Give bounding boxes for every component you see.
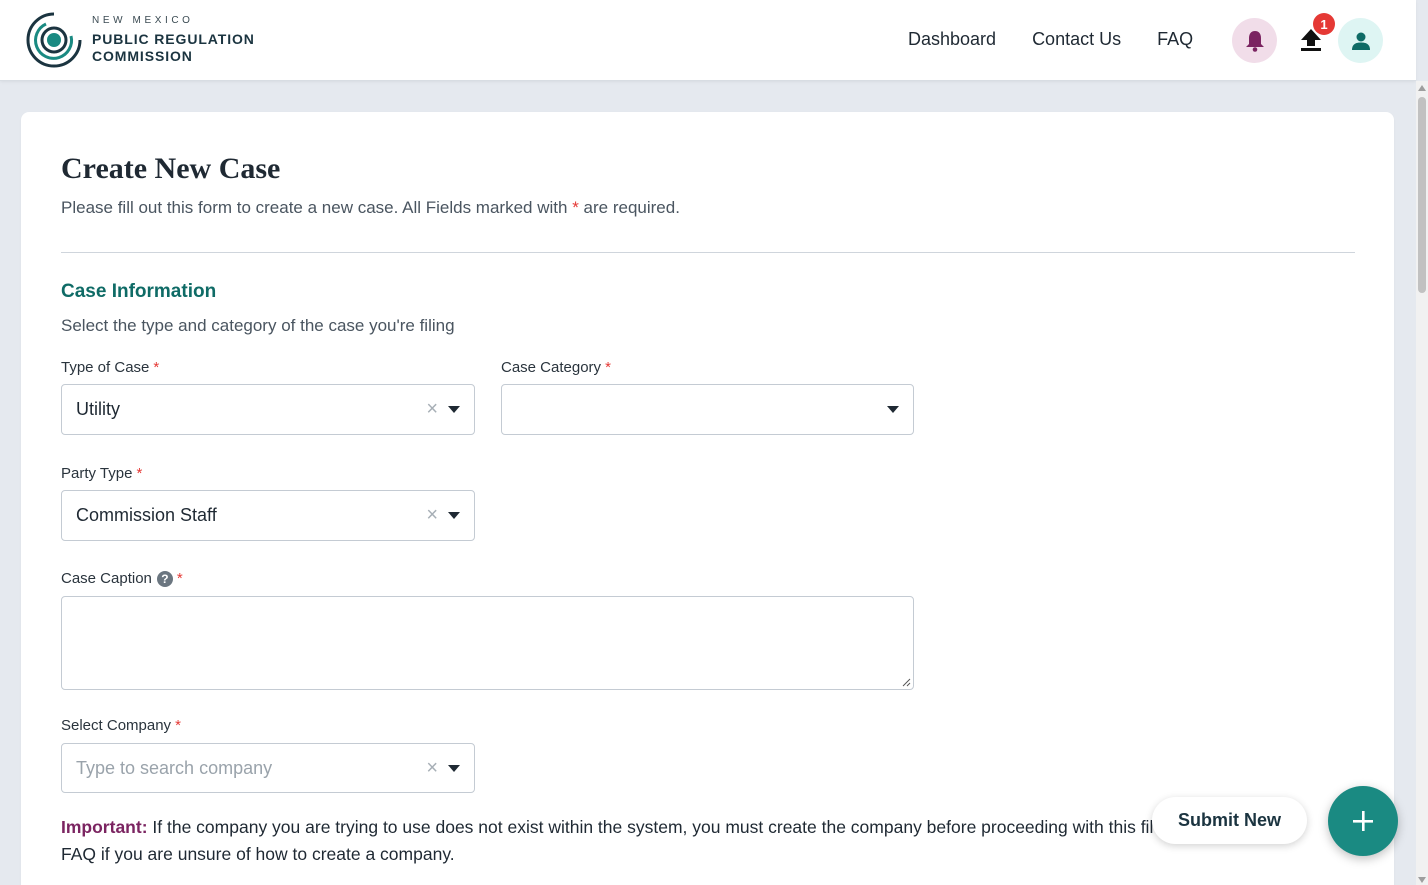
logo-emblem-icon	[26, 12, 82, 68]
select-company-label: Select Company *	[61, 717, 181, 734]
section-divider	[61, 252, 1355, 253]
scroll-down-arrow[interactable]	[1418, 877, 1426, 883]
party-type-select[interactable]: Commission Staff ×	[61, 490, 475, 541]
case-category-label-text: Case Category	[501, 359, 602, 376]
required-asterisk: *	[136, 465, 143, 482]
page-subtitle: Please fill out this form to create a ne…	[61, 198, 680, 218]
subtitle-text-end: are required.	[583, 198, 680, 217]
page-scrollbar[interactable]	[1416, 81, 1428, 885]
party-type-label: Party Type *	[61, 465, 142, 482]
chevron-down-icon[interactable]	[448, 765, 460, 772]
chevron-down-icon[interactable]	[448, 406, 460, 413]
user-icon	[1351, 32, 1370, 50]
required-asterisk: *	[572, 198, 579, 217]
nav-contact-us[interactable]: Contact Us	[1032, 29, 1121, 50]
party-type-value: Commission Staff	[76, 505, 217, 525]
logo-line2: PUBLIC REGULATION	[92, 30, 255, 47]
page-title: Create New Case	[61, 152, 281, 185]
add-button[interactable]	[1328, 786, 1398, 856]
party-type-label-text: Party Type	[61, 465, 133, 482]
important-text: If the company you are trying to use doe…	[152, 817, 1154, 837]
npr-logo[interactable]: NEW MEXICO PUBLIC REGULATION COMMISSION	[24, 10, 255, 70]
subtitle-text: Please fill out this form to create a ne…	[61, 198, 568, 217]
required-asterisk: *	[175, 717, 181, 734]
logo-text: NEW MEXICO PUBLIC REGULATION COMMISSION	[92, 14, 255, 65]
nav-faq[interactable]: FAQ	[1157, 29, 1193, 50]
case-category-select[interactable]	[501, 384, 914, 435]
section-title: Case Information	[61, 281, 217, 302]
scroll-thumb[interactable]	[1418, 97, 1426, 293]
bell-icon	[1245, 30, 1264, 52]
company-search-placeholder: Type to search company	[76, 758, 273, 778]
required-asterisk: *	[605, 359, 611, 376]
clear-icon[interactable]: ×	[426, 504, 438, 526]
scroll-up-arrow[interactable]	[1418, 85, 1426, 91]
case-caption-label: Case Caption ? *	[61, 570, 183, 587]
notifications-button[interactable]	[1232, 18, 1277, 63]
required-asterisk: *	[153, 359, 160, 376]
required-asterisk: *	[176, 570, 183, 587]
nav-dashboard[interactable]: Dashboard	[908, 29, 996, 50]
clear-icon[interactable]: ×	[426, 398, 438, 420]
clear-icon[interactable]: ×	[426, 757, 438, 779]
company-search-select[interactable]: Type to search company ×	[61, 743, 475, 793]
case-caption-label-text: Case Caption	[61, 570, 152, 587]
chevron-down-icon[interactable]	[448, 512, 460, 519]
select-company-label-text: Select Company	[61, 717, 172, 734]
submit-new-button[interactable]: Submit New	[1152, 797, 1307, 844]
chevron-down-icon[interactable]	[887, 406, 899, 413]
case-caption-textarea[interactable]	[61, 596, 914, 690]
logo-line1: NEW MEXICO	[92, 14, 194, 26]
section-subtitle: Select the type and category of the case…	[61, 316, 455, 335]
help-icon[interactable]: ?	[156, 570, 173, 587]
case-category-label: Case Category *	[501, 359, 611, 376]
resize-handle-icon[interactable]	[901, 677, 911, 687]
important-label: Important:	[61, 817, 148, 837]
important-text-line2: FAQ if you are unsure of how to create a…	[61, 844, 455, 864]
logo-line3: COMMISSION	[92, 47, 193, 64]
type-of-case-label: Type of Case *	[61, 359, 159, 376]
main-nav: Dashboard Contact Us FAQ	[908, 29, 1229, 50]
type-of-case-select[interactable]: Utility ×	[61, 384, 475, 435]
user-account-button[interactable]	[1338, 18, 1383, 63]
upload-count-badge: 1	[1313, 13, 1335, 35]
type-of-case-value: Utility	[76, 399, 120, 419]
top-header: NEW MEXICO PUBLIC REGULATION COMMISSION …	[0, 0, 1416, 81]
plus-icon	[1353, 811, 1373, 831]
type-of-case-label-text: Type of Case	[61, 359, 150, 376]
